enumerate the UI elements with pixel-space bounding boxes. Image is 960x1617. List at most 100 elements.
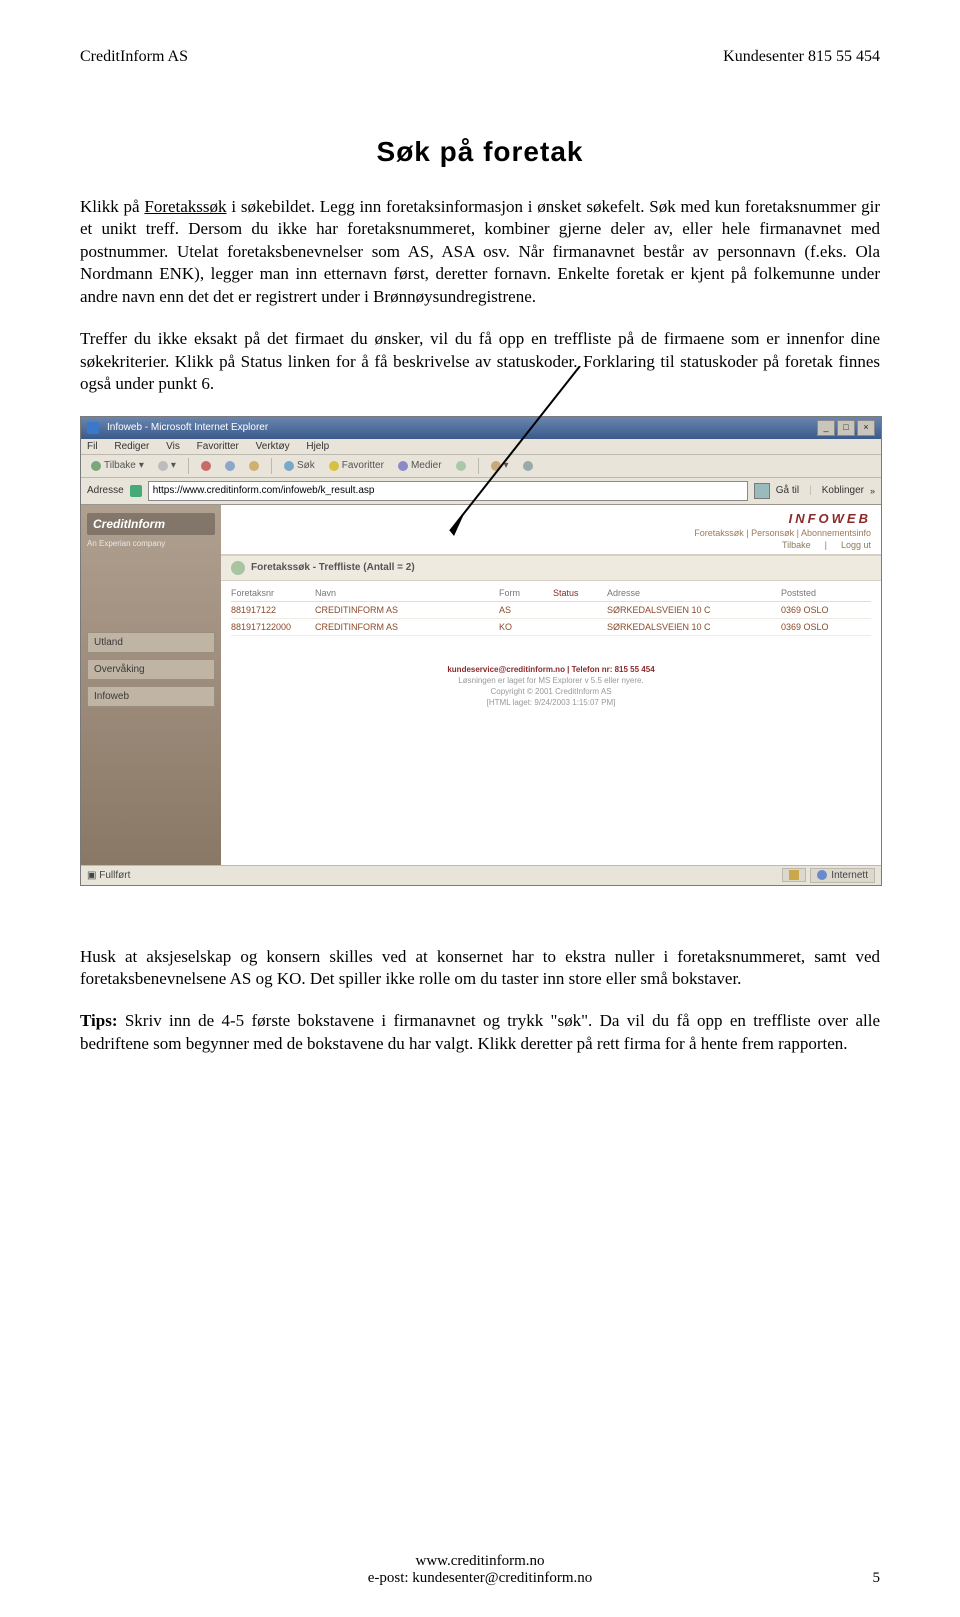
tab-back[interactable]: Tilbake — [782, 540, 811, 550]
page-header: CreditInform AS Kundesenter 815 55 454 — [80, 48, 880, 66]
col-form[interactable]: Form — [499, 588, 549, 598]
https-icon — [130, 485, 142, 497]
separator — [478, 458, 479, 474]
window-controls: _ □ × — [817, 420, 875, 436]
body-text: Klikk på Foretakssøk i søkebildet. Legg … — [80, 196, 880, 396]
search-button[interactable]: Søk — [280, 459, 319, 472]
foretakssok-link-text: Foretakssøk — [144, 197, 226, 216]
address-input[interactable] — [148, 481, 748, 501]
header-left: CreditInform AS — [80, 48, 188, 66]
ie-window: Infoweb - Microsoft Internet Explorer _ … — [80, 416, 882, 886]
links-label[interactable]: Koblinger — [822, 485, 864, 496]
lock-box — [782, 868, 806, 882]
menu-help[interactable]: Hjelp — [306, 441, 329, 452]
col-foretaksnr[interactable]: Foretaksnr — [231, 588, 311, 598]
stop-icon — [201, 461, 211, 471]
tips-text: Skriv inn de 4-5 første bokstavene i fir… — [80, 1011, 880, 1052]
brand-tagline: An Experian company — [87, 539, 215, 548]
window-titlebar[interactable]: Infoweb - Microsoft Internet Explorer _ … — [81, 417, 881, 439]
mail-icon — [491, 461, 501, 471]
status-bar: ▣ Fullført Internett — [81, 865, 881, 885]
status-left: ▣ Fullført — [87, 870, 130, 881]
table-row[interactable]: 881917122000 CREDITINFORM AS KO SØRKEDAL… — [231, 619, 871, 636]
col-navn[interactable]: Navn — [315, 588, 495, 598]
address-actions: Gå til | Koblinger » — [754, 483, 875, 499]
menu-file[interactable]: Fil — [87, 441, 98, 452]
body-text-lower: Husk at aksjeselskap og konsern skilles … — [80, 946, 880, 1056]
menu-favorites[interactable]: Favoritter — [197, 441, 239, 452]
stop-button[interactable] — [197, 460, 215, 472]
zone-text: Internett — [831, 870, 868, 881]
paragraph-4: Tips: Skriv inn de 4-5 første bokstavene… — [80, 1010, 880, 1055]
cell-adresse: SØRKEDALSVEIEN 10 C — [607, 605, 777, 615]
history-icon — [456, 461, 466, 471]
table-row[interactable]: 881917122 CREDITINFORM AS AS SØRKEDALSVE… — [231, 602, 871, 619]
go-icon[interactable] — [754, 483, 770, 499]
back-label: Tilbake — [104, 460, 136, 471]
home-button[interactable] — [245, 460, 263, 472]
p1-prefix: Klikk på — [80, 197, 144, 216]
close-button[interactable]: × — [857, 420, 875, 436]
paragraph-2: Treffer du ikke eksakt på det firmaet du… — [80, 328, 880, 395]
lock-icon — [789, 870, 799, 880]
header-right: Kundesenter 815 55 454 — [723, 48, 880, 66]
favorites-button[interactable]: Favoritter — [325, 459, 388, 472]
toolbar: Tilbake ▾ ▾ Søk Favoritter Medier ▾ — [81, 455, 881, 478]
brand-logo: CreditInform — [87, 513, 215, 535]
print-button[interactable] — [519, 460, 537, 472]
result-header-text: Foretakssøk - Treffliste (Antall = 2) — [251, 562, 415, 573]
menu-view[interactable]: Vis — [166, 441, 180, 452]
address-bar: Adresse Gå til | Koblinger » — [81, 478, 881, 505]
top-tabs: Tilbake | Logg ut — [221, 540, 881, 555]
footer-line4: [HTML laget: 9/24/2003 1:15:07 PM] — [231, 697, 871, 708]
forward-icon — [158, 461, 168, 471]
page-number: 5 — [873, 1570, 881, 1587]
go-label[interactable]: Gå til — [776, 485, 799, 496]
star-icon — [329, 461, 339, 471]
main-content: INFOWEB Foretakssøk | Personsøk | Abonne… — [221, 505, 881, 865]
history-button[interactable] — [452, 460, 470, 472]
search-icon — [284, 461, 294, 471]
home-icon — [249, 461, 259, 471]
sidebar-btn-infoweb[interactable]: Infoweb — [87, 686, 215, 707]
media-button[interactable]: Medier — [394, 459, 446, 472]
minimize-button[interactable]: _ — [817, 420, 835, 436]
search-label: Søk — [297, 460, 315, 471]
sidebar: CreditInform An Experian company Utland … — [81, 505, 221, 865]
screenshot-wrapper: Infoweb - Microsoft Internet Explorer _ … — [80, 416, 880, 886]
page-footer: www.creditinform.no e-post: kundesenter@… — [80, 1553, 880, 1587]
col-poststed[interactable]: Poststed — [781, 588, 871, 598]
mail-button[interactable]: ▾ — [487, 459, 513, 472]
product-name: INFOWEB — [231, 511, 871, 526]
cell-navn: CREDITINFORM AS — [315, 605, 495, 615]
address-label: Adresse — [87, 485, 124, 496]
tab-logout[interactable]: Logg ut — [841, 540, 871, 550]
cell-form: KO — [499, 622, 549, 632]
menu-tools[interactable]: Verktøy — [256, 441, 290, 452]
status-text: Fullført — [99, 870, 130, 881]
footer-email: e-post: kundesenter@creditinform.no — [80, 1570, 880, 1587]
page-status-icon: ▣ — [87, 870, 96, 881]
footer-line2: Løsningen er laget for MS Explorer v 5.5… — [231, 675, 871, 686]
favorites-label: Favoritter — [342, 460, 384, 471]
paragraph-1: Klikk på Foretakssøk i søkebildet. Legg … — [80, 196, 880, 308]
refresh-button[interactable] — [221, 460, 239, 472]
menu-edit[interactable]: Rediger — [114, 441, 149, 452]
footer-url: www.creditinform.no — [80, 1553, 880, 1570]
globe-icon — [231, 561, 245, 575]
col-adresse[interactable]: Adresse — [607, 588, 777, 598]
cell-navn: CREDITINFORM AS — [315, 622, 495, 632]
top-links[interactable]: Foretakssøk | Personsøk | Abonnementsinf… — [231, 528, 871, 538]
page-title: Søk på foretak — [80, 136, 880, 168]
document-page: CreditInform AS Kundesenter 815 55 454 S… — [0, 0, 960, 1617]
col-status[interactable]: Status — [553, 588, 603, 598]
status-right: Internett — [782, 868, 875, 883]
forward-button[interactable]: ▾ — [154, 459, 180, 472]
ie-icon — [87, 422, 99, 434]
maximize-button[interactable]: □ — [837, 420, 855, 436]
sidebar-btn-overvaking[interactable]: Overvåking — [87, 659, 215, 680]
back-button[interactable]: Tilbake ▾ — [87, 459, 148, 472]
result-table: Foretaksnr Navn Form Status Adresse Post… — [221, 581, 881, 709]
sidebar-btn-utland[interactable]: Utland — [87, 632, 215, 653]
internet-icon — [817, 870, 827, 880]
